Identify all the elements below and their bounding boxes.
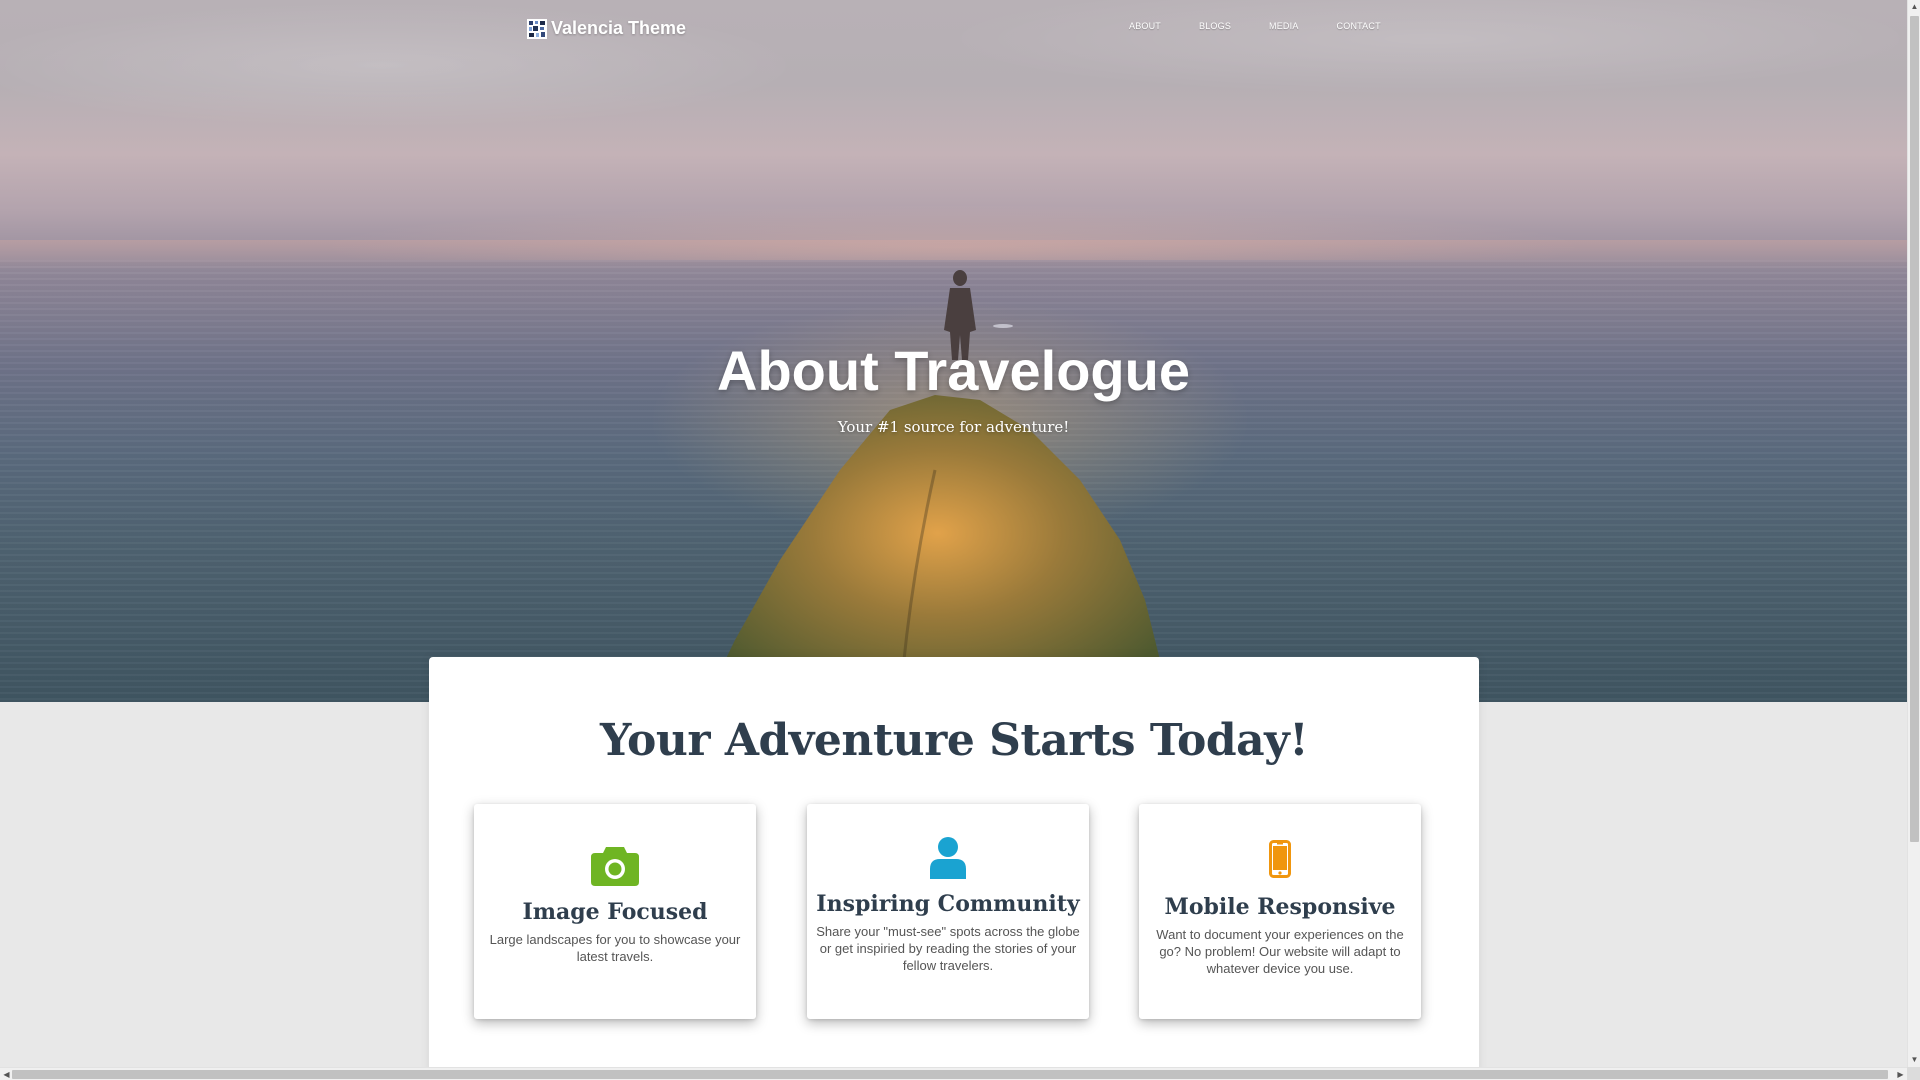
nav-item-blogs[interactable]: BLOGS (1180, 21, 1250, 31)
feature-card-inspiring-community: Inspiring Community Share your "must-see… (807, 804, 1089, 1019)
site-header: Valencia Theme ABOUT BLOGS MEDIA CONTACT (0, 0, 1907, 60)
feature-title: Inspiring Community (816, 891, 1080, 917)
brand-name: Valencia Theme (551, 18, 687, 38)
vertical-scrollbar-thumb[interactable] (1910, 16, 1919, 842)
user-icon (930, 837, 966, 879)
vertical-scrollbar[interactable]: ▲ ▼ (1907, 0, 1920, 1067)
pixel-logo-icon (527, 18, 547, 39)
scroll-down-arrow-icon[interactable]: ▼ (1908, 1053, 1920, 1067)
nav-item-media[interactable]: MEDIA (1250, 21, 1318, 31)
scroll-right-arrow-icon[interactable]: ▶ (1894, 1068, 1907, 1080)
main-navigation: ABOUT BLOGS MEDIA CONTACT (1110, 21, 1400, 31)
feature-card-mobile-responsive: Mobile Responsive Want to document your … (1139, 804, 1421, 1019)
scroll-up-arrow-icon[interactable]: ▲ (1908, 0, 1920, 14)
hero-subtitle: Your #1 source for adventure! (837, 418, 1070, 436)
feature-text: Want to document your experiences on the… (1156, 927, 1404, 976)
feature-title: Image Focused (522, 899, 708, 925)
feature-card-image-focused: Image Focused Large landscapes for you t… (474, 804, 756, 1019)
mobile-phone-icon (1269, 840, 1291, 878)
feature-text: Share your "must-see" spots across the g… (816, 924, 1080, 973)
scrollbar-corner (1907, 1067, 1920, 1080)
hero-title: About Travelogue (717, 339, 1190, 402)
horizontal-scrollbar-thumb[interactable] (12, 1070, 1888, 1079)
feature-title: Mobile Responsive (1164, 894, 1396, 920)
nav-item-about[interactable]: ABOUT (1110, 21, 1180, 31)
nav-item-contact[interactable]: CONTACT (1318, 21, 1400, 31)
camera-icon (591, 847, 639, 886)
page: Valencia Theme ABOUT BLOGS MEDIA CONTACT… (0, 0, 1920, 1080)
horizontal-scrollbar[interactable]: ◀ ▶ (0, 1067, 1920, 1080)
main-heading: Your Adventure Starts Today! (599, 715, 1309, 766)
brand-link[interactable]: Valencia Theme (527, 18, 686, 39)
feature-text: Large landscapes for you to showcase you… (489, 932, 741, 964)
main-content-card: Your Adventure Starts Today! Image Focus… (429, 657, 1479, 1077)
